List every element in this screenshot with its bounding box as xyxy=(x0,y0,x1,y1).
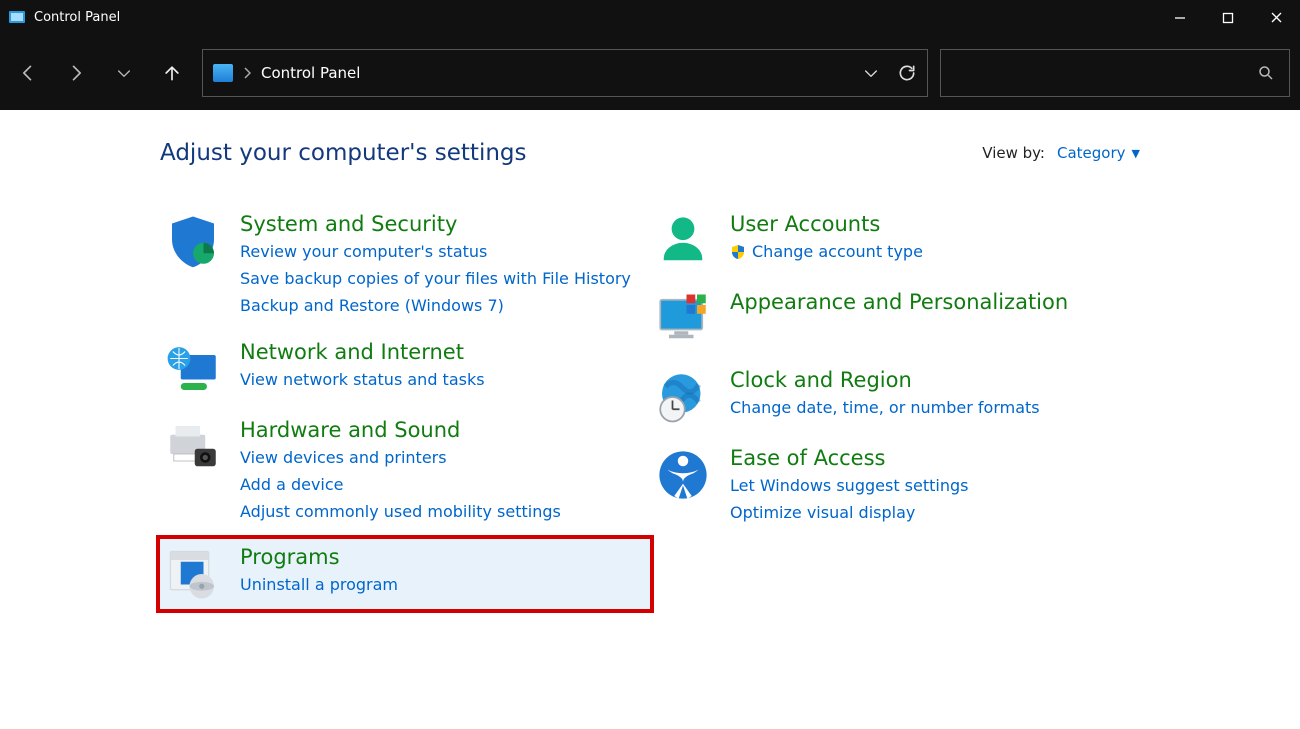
content-header: Adjust your computer's settings View by:… xyxy=(160,140,1140,166)
control-panel-icon xyxy=(213,64,233,82)
category-title[interactable]: Appearance and Personalization xyxy=(730,290,1068,314)
page-title: Adjust your computer's settings xyxy=(160,140,527,166)
shield-icon xyxy=(164,212,222,270)
up-button[interactable] xyxy=(154,55,190,91)
categories-right-column: User Accounts Change account type xyxy=(650,206,1140,609)
address-dropdown-button[interactable] xyxy=(863,65,879,81)
category-ease-of-access[interactable]: Ease of Access Let Windows suggest setti… xyxy=(650,440,1140,532)
content-area: Adjust your computer's settings View by:… xyxy=(0,110,1300,609)
category-link[interactable]: Uninstall a program xyxy=(240,571,398,598)
category-title[interactable]: Clock and Region xyxy=(730,368,1040,392)
maximize-button[interactable] xyxy=(1204,0,1252,35)
breadcrumb[interactable]: Control Panel xyxy=(261,64,360,82)
titlebar: Control Panel xyxy=(0,0,1300,35)
category-link[interactable]: Change account type xyxy=(730,238,923,265)
window-controls xyxy=(1156,0,1300,35)
close-button[interactable] xyxy=(1252,0,1300,35)
category-clock-region[interactable]: Clock and Region Change date, time, or n… xyxy=(650,362,1140,432)
category-link[interactable]: Let Windows suggest settings xyxy=(730,472,968,499)
category-link[interactable]: View devices and printers xyxy=(240,444,561,471)
breadcrumb-separator-icon xyxy=(243,67,251,79)
category-title[interactable]: System and Security xyxy=(240,212,631,236)
category-system-security[interactable]: System and Security Review your computer… xyxy=(160,206,650,326)
refresh-button[interactable] xyxy=(897,63,917,83)
user-icon xyxy=(654,212,712,270)
category-title[interactable]: Ease of Access xyxy=(730,446,968,470)
category-link[interactable]: Review your computer's status xyxy=(240,238,631,265)
titlebar-left: Control Panel xyxy=(8,9,120,27)
accessibility-icon xyxy=(654,446,712,504)
globe-clock-icon xyxy=(654,368,712,426)
view-by-value: Category xyxy=(1057,144,1126,162)
address-bar[interactable]: Control Panel xyxy=(202,49,928,97)
category-programs[interactable]: Programs Uninstall a program xyxy=(160,539,650,609)
category-link[interactable]: View network status and tasks xyxy=(240,366,485,393)
search-icon xyxy=(1257,64,1275,82)
category-link[interactable]: Change date, time, or number formats xyxy=(730,394,1040,421)
back-button[interactable] xyxy=(10,55,46,91)
recent-locations-button[interactable] xyxy=(106,55,142,91)
minimize-button[interactable] xyxy=(1156,0,1204,35)
category-title[interactable]: Programs xyxy=(240,545,398,569)
category-link[interactable]: Backup and Restore (Windows 7) xyxy=(240,292,631,319)
category-title[interactable]: Network and Internet xyxy=(240,340,485,364)
view-by-label: View by: xyxy=(982,144,1045,162)
search-input[interactable] xyxy=(940,49,1290,97)
category-title[interactable]: Hardware and Sound xyxy=(240,418,561,442)
navbar: Control Panel xyxy=(0,35,1300,110)
category-link[interactable]: Add a device xyxy=(240,471,561,498)
category-link[interactable]: Adjust commonly used mobility settings xyxy=(240,498,561,525)
programs-icon xyxy=(164,545,222,603)
forward-button[interactable] xyxy=(58,55,94,91)
view-by-dropdown[interactable]: Category ▼ xyxy=(1057,144,1140,162)
category-user-accounts[interactable]: User Accounts Change account type xyxy=(650,206,1140,276)
category-title[interactable]: User Accounts xyxy=(730,212,923,236)
printer-camera-icon xyxy=(164,418,222,476)
globe-monitor-icon xyxy=(164,340,222,398)
category-hardware-sound[interactable]: Hardware and Sound View devices and prin… xyxy=(160,412,650,532)
window-title: Control Panel xyxy=(34,10,120,25)
category-appearance-personalization[interactable]: Appearance and Personalization xyxy=(650,284,1140,354)
view-by-control: View by: Category ▼ xyxy=(982,144,1140,162)
category-link[interactable]: Save backup copies of your files with Fi… xyxy=(240,265,631,292)
control-panel-app-icon xyxy=(8,9,26,27)
monitor-tiles-icon xyxy=(654,290,712,348)
category-link[interactable]: Optimize visual display xyxy=(730,499,968,526)
category-link-text: Change account type xyxy=(752,238,923,265)
category-network-internet[interactable]: Network and Internet View network status… xyxy=(160,334,650,404)
categories-left-column: System and Security Review your computer… xyxy=(160,206,650,609)
chevron-down-icon: ▼ xyxy=(1132,147,1140,160)
uac-shield-icon xyxy=(730,244,746,260)
